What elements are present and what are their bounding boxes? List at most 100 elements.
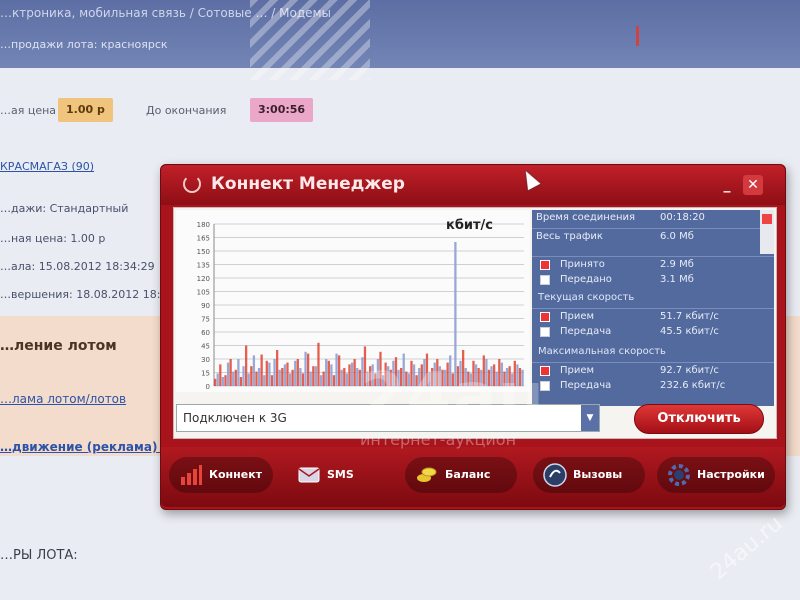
received-label: Принято [560, 259, 605, 270]
watermark-subtitle: интернет-аукцион [360, 430, 517, 449]
minimize-icon[interactable]: _ [717, 175, 737, 195]
y-tick-label: 105 [197, 289, 210, 297]
speed-in-row: Прием 51.7 кбит/с [532, 308, 774, 324]
lot-ad-link[interactable]: …лама лотом/лотов [0, 392, 126, 406]
speed-out-value: 45.5 кбит/с [660, 326, 719, 337]
y-tick-label: 90 [201, 302, 210, 310]
sent-bar [283, 364, 287, 386]
max-in-row: Прием 92.7 кбит/с [532, 362, 774, 378]
sent-value: 3.1 Мб [660, 274, 694, 285]
received-bar [265, 360, 268, 386]
sent-bar [319, 375, 323, 386]
received-bar [276, 350, 279, 386]
nav-connect[interactable]: Коннект [169, 457, 273, 493]
settings-gear-icon [667, 463, 691, 487]
nav-calls[interactable]: Вызовы [533, 457, 645, 493]
max-header-row: Максимальная скорость [532, 344, 774, 360]
lot-promotion-link[interactable]: …движение (реклама) в [0, 440, 169, 454]
watermark-corner: 24au.ru [706, 511, 788, 586]
screen-glare [250, 0, 370, 80]
speed-in-value: 51.7 кбит/с [660, 311, 719, 322]
time-left-badge: 3:00:56 [250, 98, 314, 122]
page-subline: …продажи лота: красноярск [0, 38, 168, 51]
nav-settings-label: Настройки [697, 468, 765, 481]
sent-bar [309, 371, 312, 386]
received-bar [322, 371, 325, 386]
sent-bar [299, 368, 302, 386]
nav-settings[interactable]: Настройки [657, 457, 775, 493]
received-bar [296, 359, 299, 386]
sent-bar [216, 373, 219, 386]
window-title: Коннект Менеджер [211, 174, 405, 194]
received-bar [219, 364, 222, 386]
received-bar [338, 355, 341, 386]
current-price-badge: 1.00 р [58, 98, 113, 122]
sent-bar [288, 373, 292, 386]
connection-status-text: Подключен к 3G [183, 411, 287, 425]
session-time-value: 00:18:20 [660, 212, 705, 223]
speed-out-legend-icon[interactable] [540, 327, 550, 337]
sent-bar [226, 362, 230, 386]
disconnect-button[interactable]: Отключить [634, 404, 764, 434]
nav-sms-label: SMS [327, 468, 354, 481]
close-icon[interactable]: ✕ [743, 175, 763, 195]
received-bar [301, 373, 305, 386]
coins-icon [415, 463, 439, 487]
y-tick-label: 45 [201, 343, 210, 351]
lot-params-heading: …РЫ ЛОТА: [0, 548, 78, 563]
chevron-down-icon[interactable]: ▼ [581, 405, 599, 431]
watermark-logo-text: 24au [360, 360, 546, 434]
total-traffic-row: Весь трафик 6.0 Мб [532, 228, 774, 244]
sms-envelope-icon [297, 463, 321, 487]
y-tick-label: 60 [201, 329, 210, 337]
sent-row: Передано 3.1 Мб [532, 272, 774, 288]
max-out-value: 232.6 кбит/с [660, 380, 726, 391]
titlebar[interactable]: Коннект Менеджер _ ✕ [161, 165, 785, 205]
signal-bars-icon [179, 463, 203, 487]
nav-balance[interactable]: Баланс [405, 457, 517, 493]
start-price: …ная цена: 1.00 р [0, 232, 106, 245]
sent-bar [330, 364, 333, 386]
end-date: …вершения: 18.08.2012 18:34 [0, 288, 175, 301]
received-bar [255, 371, 258, 386]
time-left-label: До окончания [146, 104, 227, 117]
current-speed-header: Текущая скорость [538, 292, 635, 303]
sent-legend-icon[interactable] [540, 275, 550, 285]
received-bar [317, 342, 320, 386]
total-traffic-label: Весь трафик [536, 231, 603, 242]
site-header: …ктроника, мобильная связь / Сотовые … /… [0, 0, 800, 68]
sent-bar [252, 355, 256, 386]
bottom-nav: Коннект SMS Баланс Вызовы Настройки [161, 447, 785, 507]
seller-link[interactable]: КРАСМАГАЗ (90) [0, 160, 94, 173]
speed-out-label: Передача [560, 326, 612, 337]
y-tick-label: 0 [206, 383, 210, 391]
received-bar [214, 378, 217, 386]
sent-bar [273, 359, 276, 386]
y-tick-label: 120 [197, 275, 210, 283]
session-time-label: Время соединения [536, 212, 636, 223]
sent-bar [340, 369, 343, 386]
sent-bar [221, 377, 225, 386]
speed-in-legend-icon[interactable] [540, 312, 550, 322]
sent-bar [314, 366, 318, 386]
sent-label: Передано [560, 274, 612, 285]
stats-scrollbar[interactable] [760, 210, 774, 254]
stats-panel: Время соединения 00:18:20 Весь трафик 6.… [532, 210, 774, 406]
connect-manager-window: Коннект Менеджер _ ✕ 180 165 150 135 120 105 9… [160, 164, 786, 510]
speed-header-row: Текущая скорость [532, 290, 774, 306]
alert-mark [636, 26, 639, 46]
sent-bar [294, 360, 297, 386]
y-tick-label: 75 [201, 316, 210, 324]
sent-bar [350, 362, 354, 386]
nav-sms[interactable]: SMS [287, 457, 387, 493]
sent-bar [304, 351, 307, 386]
sent-bar [247, 373, 250, 386]
lot-management-title: …ление лотом [0, 338, 117, 354]
received-bar [260, 354, 263, 386]
sent-bar [232, 371, 235, 386]
scroll-thumb[interactable] [762, 214, 772, 224]
sent-bar [345, 373, 349, 386]
received-bar [229, 359, 232, 386]
received-legend-icon[interactable] [540, 260, 550, 270]
nav-balance-label: Баланс [445, 468, 491, 481]
